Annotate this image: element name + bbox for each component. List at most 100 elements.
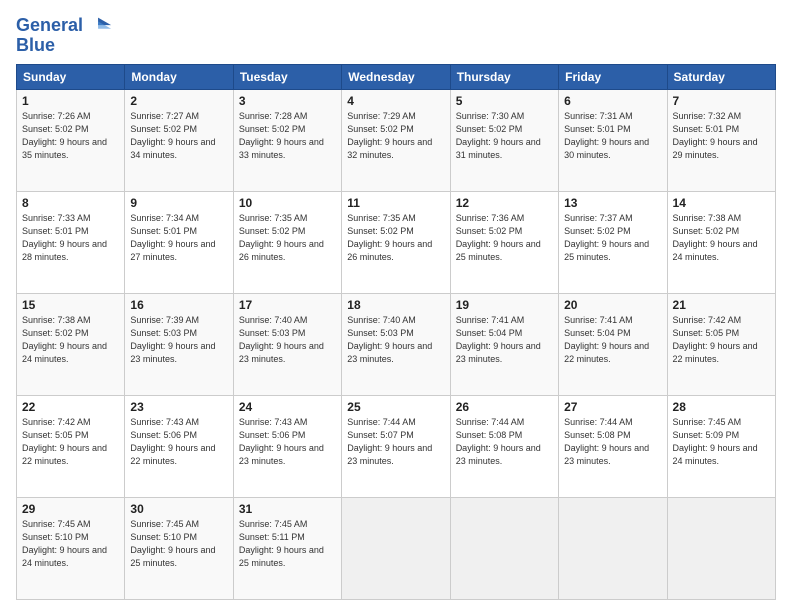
day-number: 13 <box>564 196 661 210</box>
weekday-saturday: Saturday <box>667 65 775 90</box>
day-number: 16 <box>130 298 227 312</box>
day-cell-31: 31 Sunrise: 7:45 AMSunset: 5:11 PMDaylig… <box>233 498 341 600</box>
day-number: 2 <box>130 94 227 108</box>
weekday-thursday: Thursday <box>450 65 558 90</box>
day-cell-22: 22 Sunrise: 7:42 AMSunset: 5:05 PMDaylig… <box>17 396 125 498</box>
day-cell-9: 9 Sunrise: 7:34 AMSunset: 5:01 PMDayligh… <box>125 192 233 294</box>
day-info: Sunrise: 7:43 AMSunset: 5:06 PMDaylight:… <box>239 417 324 466</box>
day-cell-14: 14 Sunrise: 7:38 AMSunset: 5:02 PMDaylig… <box>667 192 775 294</box>
day-info: Sunrise: 7:45 AMSunset: 5:09 PMDaylight:… <box>673 417 758 466</box>
day-info: Sunrise: 7:29 AMSunset: 5:02 PMDaylight:… <box>347 111 432 160</box>
day-number: 27 <box>564 400 661 414</box>
day-info: Sunrise: 7:45 AMSunset: 5:10 PMDaylight:… <box>22 519 107 568</box>
day-cell-29: 29 Sunrise: 7:45 AMSunset: 5:10 PMDaylig… <box>17 498 125 600</box>
day-info: Sunrise: 7:44 AMSunset: 5:08 PMDaylight:… <box>456 417 541 466</box>
weekday-sunday: Sunday <box>17 65 125 90</box>
weekday-wednesday: Wednesday <box>342 65 450 90</box>
empty-cell <box>342 498 450 600</box>
day-info: Sunrise: 7:38 AMSunset: 5:02 PMDaylight:… <box>22 315 107 364</box>
day-cell-8: 8 Sunrise: 7:33 AMSunset: 5:01 PMDayligh… <box>17 192 125 294</box>
empty-cell <box>450 498 558 600</box>
day-info: Sunrise: 7:36 AMSunset: 5:02 PMDaylight:… <box>456 213 541 262</box>
day-number: 31 <box>239 502 336 516</box>
day-number: 10 <box>239 196 336 210</box>
day-info: Sunrise: 7:26 AMSunset: 5:02 PMDaylight:… <box>22 111 107 160</box>
day-info: Sunrise: 7:44 AMSunset: 5:07 PMDaylight:… <box>347 417 432 466</box>
day-number: 8 <box>22 196 119 210</box>
day-cell-30: 30 Sunrise: 7:45 AMSunset: 5:10 PMDaylig… <box>125 498 233 600</box>
day-info: Sunrise: 7:44 AMSunset: 5:08 PMDaylight:… <box>564 417 649 466</box>
day-info: Sunrise: 7:34 AMSunset: 5:01 PMDaylight:… <box>130 213 215 262</box>
empty-cell <box>559 498 667 600</box>
day-number: 15 <box>22 298 119 312</box>
day-cell-19: 19 Sunrise: 7:41 AMSunset: 5:04 PMDaylig… <box>450 294 558 396</box>
day-number: 22 <box>22 400 119 414</box>
day-number: 25 <box>347 400 444 414</box>
day-cell-17: 17 Sunrise: 7:40 AMSunset: 5:03 PMDaylig… <box>233 294 341 396</box>
day-cell-21: 21 Sunrise: 7:42 AMSunset: 5:05 PMDaylig… <box>667 294 775 396</box>
page: General Blue SundayMondayTuesdayWednesda… <box>0 0 792 612</box>
day-info: Sunrise: 7:39 AMSunset: 5:03 PMDaylight:… <box>130 315 215 364</box>
day-cell-1: 1 Sunrise: 7:26 AMSunset: 5:02 PMDayligh… <box>17 90 125 192</box>
day-number: 14 <box>673 196 770 210</box>
weekday-friday: Friday <box>559 65 667 90</box>
empty-cell <box>667 498 775 600</box>
day-cell-18: 18 Sunrise: 7:40 AMSunset: 5:03 PMDaylig… <box>342 294 450 396</box>
calendar-week-2: 8 Sunrise: 7:33 AMSunset: 5:01 PMDayligh… <box>17 192 776 294</box>
day-cell-15: 15 Sunrise: 7:38 AMSunset: 5:02 PMDaylig… <box>17 294 125 396</box>
day-number: 4 <box>347 94 444 108</box>
day-info: Sunrise: 7:43 AMSunset: 5:06 PMDaylight:… <box>130 417 215 466</box>
day-cell-11: 11 Sunrise: 7:35 AMSunset: 5:02 PMDaylig… <box>342 192 450 294</box>
calendar-table: SundayMondayTuesdayWednesdayThursdayFrid… <box>16 64 776 600</box>
day-number: 5 <box>456 94 553 108</box>
day-cell-5: 5 Sunrise: 7:30 AMSunset: 5:02 PMDayligh… <box>450 90 558 192</box>
day-cell-24: 24 Sunrise: 7:43 AMSunset: 5:06 PMDaylig… <box>233 396 341 498</box>
day-info: Sunrise: 7:45 AMSunset: 5:10 PMDaylight:… <box>130 519 215 568</box>
calendar-week-4: 22 Sunrise: 7:42 AMSunset: 5:05 PMDaylig… <box>17 396 776 498</box>
day-cell-13: 13 Sunrise: 7:37 AMSunset: 5:02 PMDaylig… <box>559 192 667 294</box>
day-cell-4: 4 Sunrise: 7:29 AMSunset: 5:02 PMDayligh… <box>342 90 450 192</box>
calendar-week-5: 29 Sunrise: 7:45 AMSunset: 5:10 PMDaylig… <box>17 498 776 600</box>
calendar-week-1: 1 Sunrise: 7:26 AMSunset: 5:02 PMDayligh… <box>17 90 776 192</box>
day-number: 21 <box>673 298 770 312</box>
day-cell-10: 10 Sunrise: 7:35 AMSunset: 5:02 PMDaylig… <box>233 192 341 294</box>
day-cell-26: 26 Sunrise: 7:44 AMSunset: 5:08 PMDaylig… <box>450 396 558 498</box>
weekday-header-row: SundayMondayTuesdayWednesdayThursdayFrid… <box>17 65 776 90</box>
day-info: Sunrise: 7:42 AMSunset: 5:05 PMDaylight:… <box>22 417 107 466</box>
day-info: Sunrise: 7:40 AMSunset: 5:03 PMDaylight:… <box>239 315 324 364</box>
day-info: Sunrise: 7:35 AMSunset: 5:02 PMDaylight:… <box>347 213 432 262</box>
day-number: 12 <box>456 196 553 210</box>
day-number: 23 <box>130 400 227 414</box>
day-number: 29 <box>22 502 119 516</box>
day-number: 7 <box>673 94 770 108</box>
day-cell-27: 27 Sunrise: 7:44 AMSunset: 5:08 PMDaylig… <box>559 396 667 498</box>
logo: General Blue <box>16 12 113 56</box>
day-number: 28 <box>673 400 770 414</box>
day-cell-6: 6 Sunrise: 7:31 AMSunset: 5:01 PMDayligh… <box>559 90 667 192</box>
day-number: 6 <box>564 94 661 108</box>
day-info: Sunrise: 7:38 AMSunset: 5:02 PMDaylight:… <box>673 213 758 262</box>
day-number: 9 <box>130 196 227 210</box>
day-number: 17 <box>239 298 336 312</box>
day-info: Sunrise: 7:41 AMSunset: 5:04 PMDaylight:… <box>456 315 541 364</box>
day-number: 3 <box>239 94 336 108</box>
day-info: Sunrise: 7:42 AMSunset: 5:05 PMDaylight:… <box>673 315 758 364</box>
day-info: Sunrise: 7:41 AMSunset: 5:04 PMDaylight:… <box>564 315 649 364</box>
weekday-monday: Monday <box>125 65 233 90</box>
weekday-tuesday: Tuesday <box>233 65 341 90</box>
day-info: Sunrise: 7:32 AMSunset: 5:01 PMDaylight:… <box>673 111 758 160</box>
logo-bird-icon <box>85 12 113 40</box>
day-number: 26 <box>456 400 553 414</box>
day-number: 11 <box>347 196 444 210</box>
day-cell-20: 20 Sunrise: 7:41 AMSunset: 5:04 PMDaylig… <box>559 294 667 396</box>
day-cell-12: 12 Sunrise: 7:36 AMSunset: 5:02 PMDaylig… <box>450 192 558 294</box>
day-cell-3: 3 Sunrise: 7:28 AMSunset: 5:02 PMDayligh… <box>233 90 341 192</box>
day-number: 1 <box>22 94 119 108</box>
day-info: Sunrise: 7:31 AMSunset: 5:01 PMDaylight:… <box>564 111 649 160</box>
day-cell-28: 28 Sunrise: 7:45 AMSunset: 5:09 PMDaylig… <box>667 396 775 498</box>
day-info: Sunrise: 7:30 AMSunset: 5:02 PMDaylight:… <box>456 111 541 160</box>
day-cell-7: 7 Sunrise: 7:32 AMSunset: 5:01 PMDayligh… <box>667 90 775 192</box>
day-info: Sunrise: 7:35 AMSunset: 5:02 PMDaylight:… <box>239 213 324 262</box>
day-cell-25: 25 Sunrise: 7:44 AMSunset: 5:07 PMDaylig… <box>342 396 450 498</box>
day-info: Sunrise: 7:27 AMSunset: 5:02 PMDaylight:… <box>130 111 215 160</box>
